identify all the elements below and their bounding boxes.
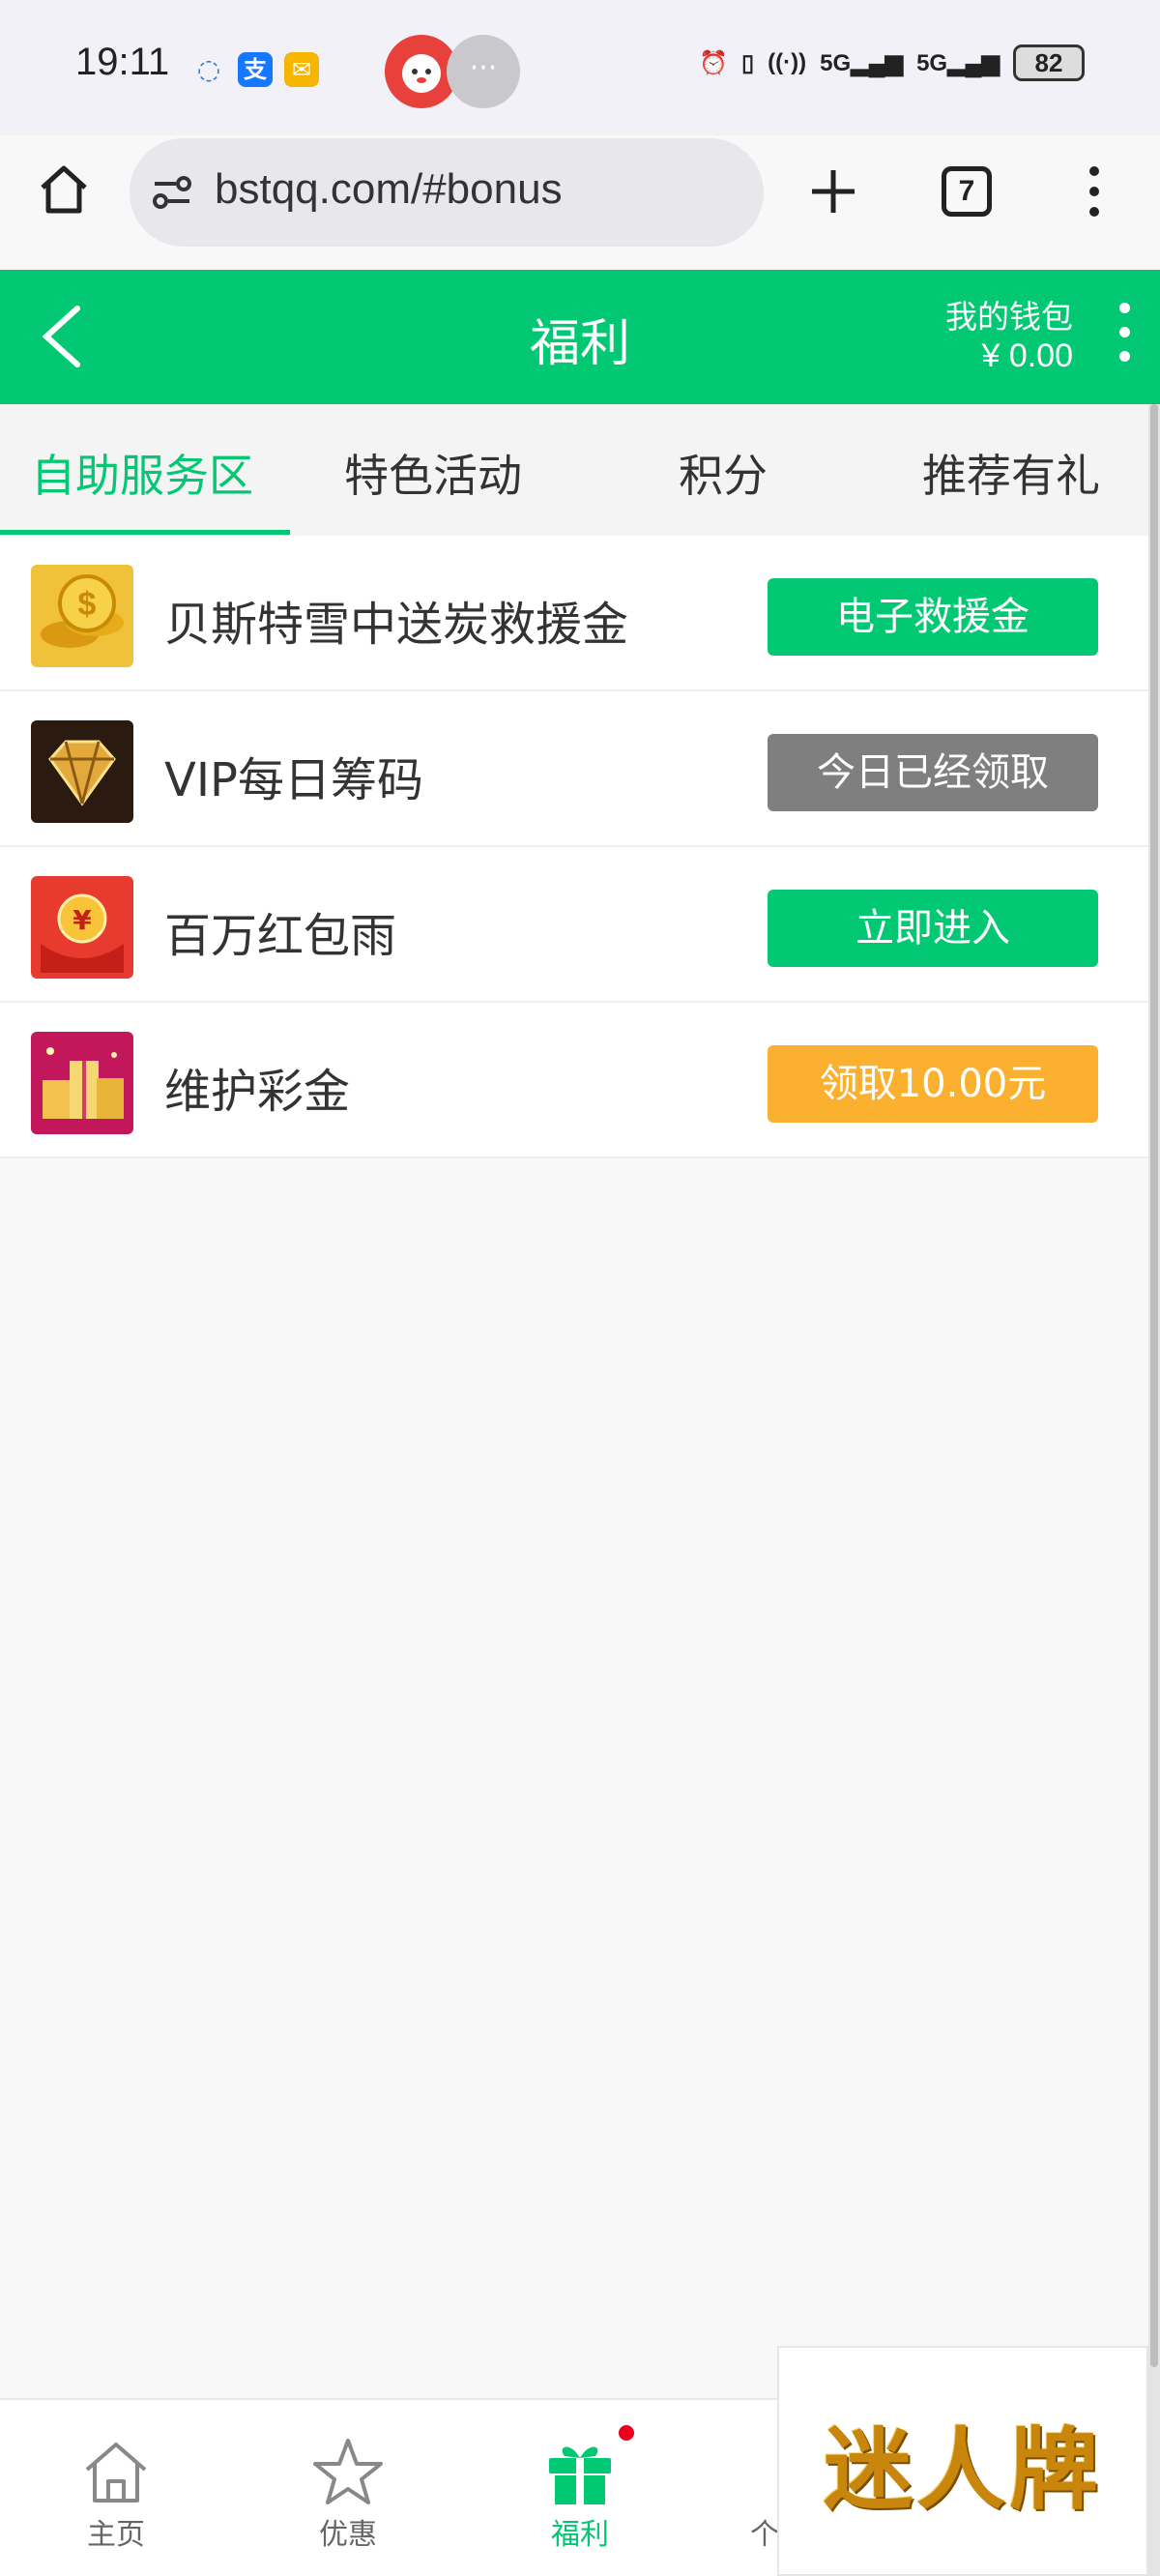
tab-bar: 自助服务区 特色活动 积分 推荐有礼 (0, 404, 1148, 536)
item-label: 百万红包雨 (164, 909, 397, 963)
gift-icon (549, 2446, 611, 2504)
star-icon (313, 2439, 383, 2504)
tab-points[interactable]: 积分 (679, 441, 768, 505)
status-bar: 19:11 ◌ 支 ✉ ··· ⏰ ▯ ((·)) 5G▂▄▆ 5G▂▄▆ 82 (0, 0, 1160, 135)
list-item: 维护彩金 领取10.00元 (0, 1003, 1148, 1158)
page-header: 福利 我的钱包 ¥ 0.00 (0, 270, 1160, 404)
home-icon[interactable] (37, 162, 91, 217)
new-tab-icon[interactable] (808, 166, 858, 217)
tab-switcher-button[interactable]: 7 (942, 166, 992, 217)
site-settings-icon[interactable] (151, 173, 193, 212)
more-bubbles-icon[interactable]: ··· (447, 35, 520, 108)
status-indicators: ⏰ ▯ ((·)) 5G▂▄▆ 5G▂▄▆ 82 (699, 44, 1085, 81)
wallet-amount[interactable]: ¥ 0.00 (981, 337, 1073, 375)
item-label: 贝斯特雪中送炭救援金 (164, 598, 629, 652)
url-text[interactable]: bstqq.com/#bonus (215, 165, 563, 214)
signal-icon: 5G▂▄▆ (820, 49, 904, 76)
gift-boxes-icon (31, 1032, 133, 1134)
nav-home[interactable]: 主页 (58, 2435, 174, 2553)
status-time: 19:11 (75, 41, 170, 83)
mail-notification-icon: ✉ (284, 52, 319, 87)
alarm-icon: ⏰ (699, 49, 728, 76)
red-envelope-icon: ¥ (31, 876, 133, 979)
bonus-list: $ 贝斯特雪中送炭救援金 电子救援金 VIP每日筹码 今日已经领取 ¥ 百万红包… (0, 536, 1148, 1158)
nav-bonus-label: 福利 (551, 2518, 609, 2552)
nav-home-label: 主页 (87, 2518, 145, 2552)
list-item: $ 贝斯特雪中送炭救援金 电子救援金 (0, 536, 1148, 691)
wallet-label[interactable]: 我的钱包 (945, 291, 1073, 337)
ad-logo-text[interactable]: 迷人牌 (824, 2398, 1102, 2527)
list-item: ¥ 百万红包雨 立即进入 (0, 847, 1148, 1003)
active-tab-indicator (0, 530, 290, 535)
enter-now-button[interactable]: 立即进入 (768, 890, 1098, 967)
browser-menu-icon[interactable] (1087, 166, 1102, 220)
svg-text:$: $ (78, 586, 97, 623)
tab-self-service[interactable]: 自助服务区 (31, 441, 253, 505)
battery-icon: 82 (1013, 44, 1085, 81)
list-item: VIP每日筹码 今日已经领取 (0, 691, 1148, 847)
vibrate-icon: ▯ (740, 49, 755, 76)
chat-notification-icon: ◌ (196, 53, 221, 85)
alipay-notification-icon: 支 (238, 52, 273, 87)
item-label: VIP每日筹码 (164, 753, 423, 807)
svg-text:¥: ¥ (72, 904, 92, 936)
rescue-fund-button[interactable]: 电子救援金 (768, 578, 1098, 656)
gold-coins-icon: $ (31, 565, 133, 667)
floating-ad-banner[interactable]: 迷人牌 (777, 2346, 1148, 2576)
item-label: 维护彩金 (164, 1065, 351, 1119)
nav-promotions[interactable]: 优惠 (290, 2435, 406, 2553)
scrollbar-thumb[interactable] (1150, 404, 1158, 2367)
home-icon (85, 2443, 147, 2503)
header-menu-icon[interactable] (1119, 303, 1131, 375)
wifi-icon: ((·)) (768, 49, 807, 75)
url-bar[interactable]: bstqq.com/#bonus (130, 138, 764, 247)
tab-featured-activities[interactable]: 特色活动 (344, 441, 522, 505)
notification-dot (619, 2425, 634, 2441)
claimed-today-button[interactable]: 今日已经领取 (768, 734, 1098, 811)
nav-promotions-label: 优惠 (319, 2518, 377, 2552)
diamond-icon (31, 720, 133, 823)
nav-bonus[interactable]: 福利 (522, 2435, 638, 2553)
tab-referral-rewards[interactable]: 推荐有礼 (922, 441, 1100, 505)
claim-bonus-button[interactable]: 领取10.00元 (768, 1045, 1098, 1123)
signal-icon-2: 5G▂▄▆ (916, 49, 1000, 76)
